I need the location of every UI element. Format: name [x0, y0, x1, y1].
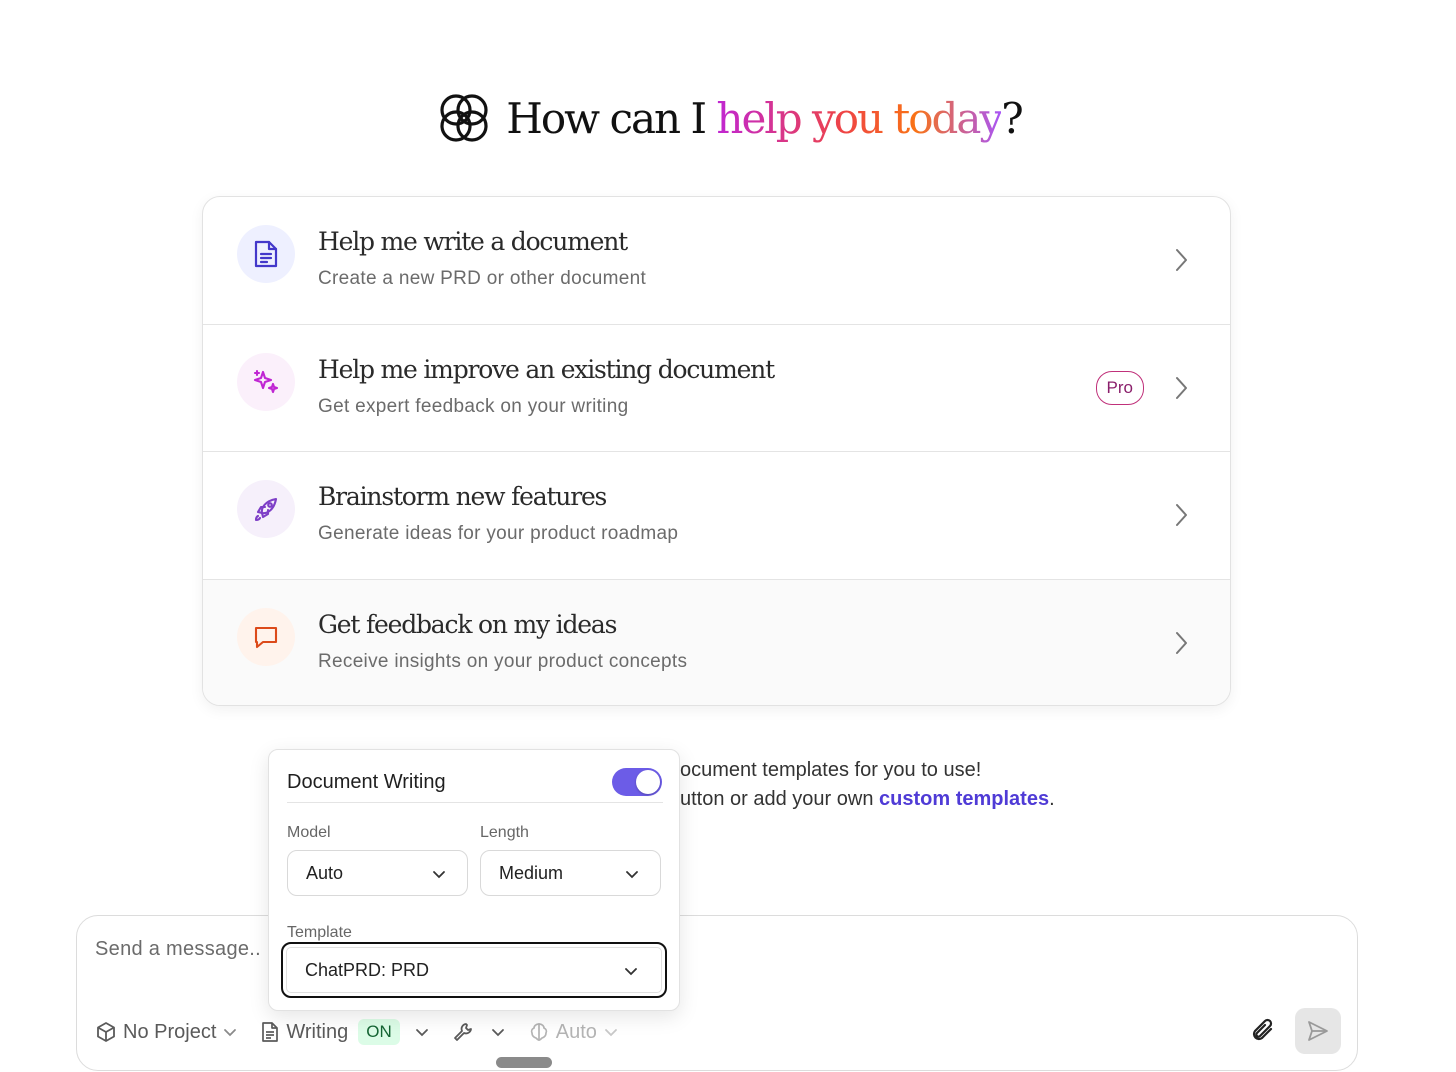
card-title: Brainstorm new features	[318, 482, 607, 511]
send-icon	[1308, 1021, 1328, 1041]
title-suffix: ?	[1001, 93, 1023, 143]
card-text: Help me improve an existing document Get…	[318, 354, 775, 418]
card-brainstorm-features[interactable]: Brainstorm new features Generate ideas f…	[203, 452, 1230, 580]
model-selector[interactable]: Auto	[528, 1021, 619, 1044]
template-select-value: ChatPRD: PRD	[305, 959, 430, 980]
chevron-right-icon	[1176, 376, 1187, 399]
writing-mode-selector[interactable]: Writing ON	[260, 1019, 429, 1045]
brain-icon	[530, 1023, 547, 1041]
templates-info-text: ocument templates for you to use! utton …	[680, 756, 1055, 814]
chevron-down-icon	[224, 1029, 237, 1037]
title-prefix: How can I	[506, 93, 717, 143]
paperclip-icon[interactable]	[1249, 1016, 1279, 1046]
chevron-down-icon	[491, 1029, 504, 1037]
template-select[interactable]: ChatPRD: PRD	[281, 942, 667, 998]
rocket-icon	[254, 497, 278, 522]
card-text: Help me write a document Create a new PR…	[318, 227, 646, 290]
card-subtitle: Generate ideas for your product roadmap	[318, 523, 679, 544]
model-select-value: Auto	[306, 862, 344, 883]
card-title: Get feedback on my ideas	[318, 609, 617, 639]
chevron-down-icon	[415, 1029, 428, 1037]
document-icon	[254, 240, 278, 268]
document-icon	[262, 1022, 279, 1042]
card-icon-wrap	[237, 607, 295, 666]
toggle-knob	[636, 770, 660, 794]
card-write-document[interactable]: Help me write a document Create a new PR…	[203, 197, 1230, 325]
tools-selector[interactable]	[452, 1021, 506, 1043]
wrench-icon	[453, 1023, 472, 1041]
chat-bubble-icon	[254, 626, 278, 648]
send-button[interactable]	[1295, 1008, 1341, 1054]
card-title: Help me write a document	[318, 227, 628, 256]
sparkles-icon	[253, 369, 279, 393]
chevron-right-icon	[1176, 504, 1187, 527]
card-subtitle: Create a new PRD or other document	[318, 268, 647, 289]
card-text: Brainstorm new features Generate ideas f…	[318, 482, 678, 545]
project-label: No Project	[123, 1020, 217, 1043]
document-writing-popup: Document Writing Model Auto Length Mediu…	[268, 749, 680, 1011]
length-select-value: Medium	[499, 862, 564, 883]
card-icon-wrap	[237, 352, 295, 411]
message-input[interactable]: Send a message..	[95, 938, 261, 961]
chevron-right-icon	[1176, 249, 1187, 272]
chevron-down-icon	[433, 871, 445, 879]
card-improve-document[interactable]: Help me improve an existing document Get…	[203, 325, 1230, 452]
chevron-down-icon	[605, 1029, 617, 1037]
model-field-label: Model	[287, 824, 331, 841]
chevron-down-icon	[625, 968, 637, 976]
scroll-handle[interactable]	[496, 1057, 552, 1068]
writing-status-badge: ON	[358, 1019, 400, 1045]
info-line-1: ocument templates for you to use!	[680, 759, 982, 781]
suggestion-cards: Help me write a document Create a new PR…	[202, 196, 1231, 706]
writing-label: Writing	[286, 1020, 349, 1043]
title-highlight: help you today	[716, 93, 1003, 143]
model-select[interactable]: Auto	[287, 850, 468, 896]
card-feedback-ideas[interactable]: Get feedback on my ideas Receive insight…	[203, 579, 1230, 705]
popup-title: Document Writing	[287, 771, 446, 793]
page-header: How can I help you today?	[0, 88, 1456, 148]
info-line-2: utton or add your own custom templates.	[680, 785, 1055, 814]
model-label: Auto	[555, 1020, 597, 1043]
interlocking-loops-logo	[440, 94, 488, 142]
card-subtitle: Get expert feedback on your writing	[318, 395, 629, 417]
length-field-label: Length	[480, 824, 529, 841]
page-title: How can I help you today?	[506, 93, 1023, 143]
composer-toolbar: No Project Writing ON Auto	[95, 1016, 641, 1048]
info-line-2-prefix: utton or add your own	[680, 788, 880, 810]
card-icon-wrap	[237, 480, 295, 538]
chevron-down-icon	[626, 871, 638, 879]
popup-divider	[287, 802, 663, 803]
info-line-2-suffix: .	[1049, 788, 1055, 810]
card-title: Help me improve an existing document	[318, 354, 775, 384]
cube-icon	[97, 1022, 115, 1042]
pro-badge: Pro	[1095, 370, 1144, 405]
document-writing-toggle[interactable]	[612, 768, 662, 796]
template-field-label: Template	[287, 924, 352, 941]
custom-templates-link[interactable]: custom templates	[879, 788, 1049, 810]
card-subtitle: Receive insights on your product concept…	[318, 650, 688, 672]
card-icon-wrap	[237, 225, 295, 283]
card-text: Get feedback on my ideas Receive insight…	[318, 610, 687, 673]
length-select[interactable]: Medium	[480, 850, 661, 896]
project-selector[interactable]: No Project	[95, 1021, 238, 1044]
chevron-right-icon	[1176, 632, 1187, 655]
